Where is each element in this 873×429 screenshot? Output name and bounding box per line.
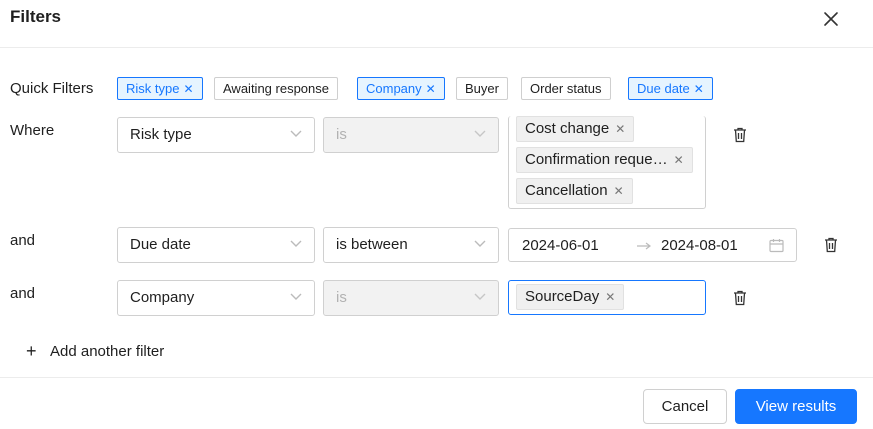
quick-filter-order-status[interactable]: Order status — [521, 77, 611, 100]
trash-icon — [825, 237, 837, 253]
row-connector: Where — [10, 122, 55, 139]
start-date-input[interactable]: 2024-06-01 — [522, 237, 599, 254]
chip-label: Awaiting response — [223, 81, 329, 96]
close-icon[interactable]: ✕ — [615, 117, 625, 141]
trash-icon — [734, 127, 746, 143]
row-connector: and — [10, 232, 36, 249]
field-select[interactable]: Company — [117, 280, 315, 316]
cancel-button[interactable]: Cancel — [643, 389, 727, 424]
chevron-down-icon — [474, 240, 486, 247]
chevron-down-icon — [474, 130, 486, 137]
value-tag-label: Confirmation reque… — [525, 151, 668, 168]
field-select[interactable]: Due date — [117, 227, 315, 263]
close-icon[interactable]: ✕ — [183, 79, 193, 100]
modal-title: Filters — [10, 7, 62, 26]
close-icon[interactable]: ✕ — [614, 179, 624, 203]
calendar-icon — [769, 239, 784, 253]
delete-filter-button[interactable] — [733, 127, 747, 143]
close-icon[interactable]: ✕ — [605, 285, 615, 309]
value-tag: Cancellation ✕ — [516, 178, 633, 204]
chip-label: Buyer — [465, 81, 499, 96]
close-icon[interactable]: ✕ — [674, 148, 684, 172]
delete-filter-button[interactable] — [824, 237, 838, 253]
value-tag: Cost change ✕ — [516, 116, 635, 142]
field-select-value: Due date — [130, 236, 191, 253]
field-select-value: Company — [130, 289, 195, 306]
operator-select-value: is — [336, 126, 347, 143]
add-filter-button[interactable]: + Add another filter — [26, 341, 164, 362]
trash-icon — [734, 290, 746, 306]
chevron-down-icon — [290, 240, 302, 247]
chip-label: Due date — [637, 81, 690, 96]
date-range-picker[interactable]: 2024-06-01 2024-08-01 — [508, 228, 797, 262]
value-tag: Confirmation reque… ✕ — [516, 147, 693, 173]
filters-modal: Filters Quick Filters Risk type ✕ Awaitin… — [0, 0, 873, 429]
quick-filter-company[interactable]: Company ✕ — [357, 77, 445, 100]
quick-filter-risk-type[interactable]: Risk type ✕ — [117, 77, 203, 100]
value-tag-label: Cancellation — [525, 182, 608, 199]
operator-select-value: is between — [336, 236, 408, 253]
field-select[interactable]: Risk type — [117, 117, 315, 153]
operator-select: is — [323, 117, 499, 153]
operator-select-value: is — [336, 289, 347, 306]
chip-label: Order status — [530, 81, 602, 96]
value-multiselect[interactable]: Cost change ✕ Confirmation reque… ✕ Cancel… — [508, 116, 706, 209]
close-icon — [824, 12, 838, 26]
view-results-button[interactable]: View results — [735, 389, 857, 424]
plus-icon: + — [26, 341, 37, 361]
footer-divider — [0, 377, 873, 378]
value-tag-label: SourceDay — [525, 288, 600, 305]
operator-select: is — [323, 280, 499, 316]
end-date-input[interactable]: 2024-08-01 — [661, 237, 738, 254]
quick-filter-due-date[interactable]: Due date ✕ — [628, 77, 713, 100]
operator-select[interactable]: is between — [323, 227, 499, 263]
close-icon[interactable]: ✕ — [426, 79, 436, 100]
chevron-down-icon — [474, 293, 486, 300]
chevron-down-icon — [290, 293, 302, 300]
value-tag: SourceDay ✕ — [516, 284, 625, 310]
chip-label: Risk type — [126, 81, 180, 96]
value-multiselect[interactable]: SourceDay ✕ — [508, 280, 706, 315]
close-icon[interactable]: ✕ — [694, 79, 704, 100]
quick-filter-awaiting-response[interactable]: Awaiting response — [214, 77, 338, 100]
close-button[interactable] — [818, 6, 844, 32]
chevron-down-icon — [290, 130, 302, 137]
chip-label: Company — [366, 81, 422, 96]
quick-filters-label: Quick Filters — [10, 80, 94, 97]
quick-filter-buyer[interactable]: Buyer — [456, 77, 508, 100]
field-select-value: Risk type — [130, 126, 192, 143]
delete-filter-button[interactable] — [733, 290, 747, 306]
arrow-right-icon — [637, 242, 651, 250]
value-tag-label: Cost change — [525, 120, 610, 137]
add-filter-label: Add another filter — [50, 343, 165, 360]
row-connector: and — [10, 285, 36, 302]
modal-header: Filters — [0, 0, 873, 48]
